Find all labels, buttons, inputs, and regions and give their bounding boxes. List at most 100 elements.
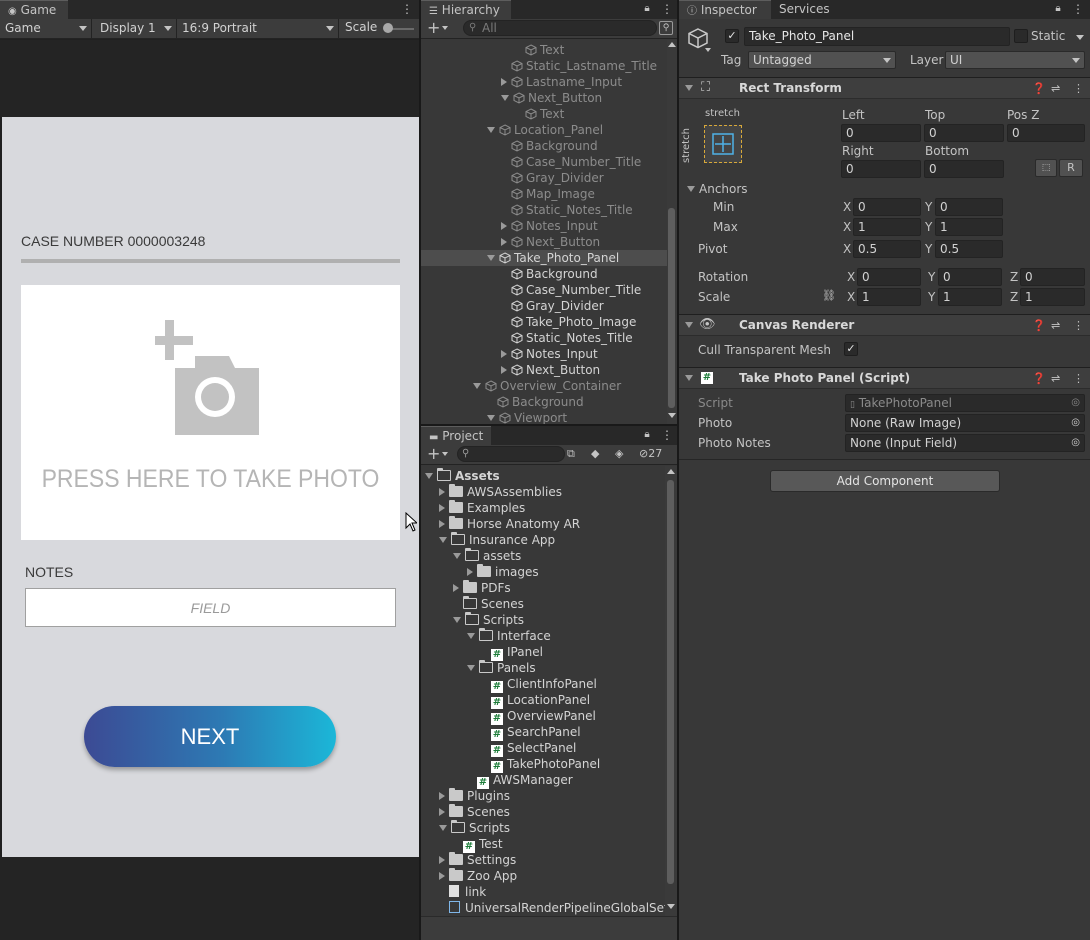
project-item[interactable]: Horse Anatomy AR [421,516,665,532]
tab-project[interactable]: ▬ Project [421,426,491,445]
right-input[interactable]: 0 [841,160,921,178]
project-menu-icon[interactable]: ⋮ [661,428,673,442]
project-item[interactable]: # TakePhotoPanel [421,756,665,773]
hierarchy-item[interactable]: Text [421,106,667,122]
expand-right-icon[interactable] [439,792,445,800]
display-dropdown[interactable]: Display 1 [95,19,177,38]
project-item[interactable]: # Test [421,836,665,853]
expand-down-icon[interactable] [425,473,433,479]
expand-down-icon[interactable] [439,537,447,543]
add-icon[interactable]: + [427,445,440,463]
hierarchy-item[interactable]: Next_Button [421,90,667,106]
project-item[interactable]: Assets [421,468,665,484]
expand-right-icon[interactable] [501,238,507,246]
project-item[interactable]: Interface [421,628,665,644]
project-item[interactable]: # SelectPanel [421,740,665,757]
project-item[interactable]: PDFs [421,580,665,596]
add-icon[interactable]: + [427,19,440,37]
hierarchy-item[interactable]: Background [421,266,667,282]
component-menu-icon[interactable]: ⋮ [1073,319,1084,332]
lock-icon[interactable]: 🔒︎ [642,2,652,16]
hierarchy-item[interactable]: Take_Photo_Panel [421,250,667,266]
hierarchy-item[interactable]: Case_Number_Title [421,282,667,298]
blueprint-mode-button[interactable]: ⬚ [1035,159,1057,177]
component-menu-icon[interactable]: ⋮ [1073,82,1084,95]
hierarchy-item[interactable]: Case_Number_Title [421,154,667,170]
project-item[interactable]: Insurance App [421,532,665,548]
expand-right-icon[interactable] [501,350,507,358]
project-item[interactable]: images [421,564,665,580]
project-scrollbar[interactable] [665,466,677,916]
label-icon[interactable]: ◈ [615,447,623,460]
hierarchy-item[interactable]: Gray_Divider [421,170,667,186]
tab-inspector[interactable]: ⓘ Inspector [679,0,771,19]
bottom-input[interactable]: 0 [924,160,1004,178]
expand-down-icon[interactable] [467,633,475,639]
rot-x-input[interactable]: 0 [857,268,921,286]
hierarchy-item[interactable]: Lastname_Input [421,74,667,90]
hierarchy-item[interactable]: Background [421,394,667,410]
min-x-input[interactable]: 0 [853,198,921,216]
project-item[interactable]: Zoo App [421,868,665,884]
hierarchy-item[interactable]: Take_Photo_Image [421,314,667,330]
top-input[interactable]: 0 [924,124,1004,142]
preset-icon[interactable]: ⇌ [1051,82,1060,95]
chevron-down-icon[interactable] [1076,35,1084,40]
help-icon[interactable]: ❓ [1032,319,1046,332]
project-item[interactable]: # SearchPanel [421,724,665,741]
hierarchy-scrollbar[interactable] [667,40,677,424]
tab-hierarchy[interactable]: ☰ Hierarchy [421,0,511,19]
expand-right-icon[interactable] [439,808,445,816]
chevron-down-icon[interactable] [442,26,448,30]
static-checkbox[interactable] [1014,29,1028,43]
project-search-input[interactable]: ⚲ [457,446,565,462]
anchor-preset-button[interactable] [704,125,742,163]
cull-transparent-checkbox[interactable]: ✓ [844,342,858,356]
expand-right-icon[interactable] [439,488,445,496]
object-picker-icon[interactable]: ◎ [1071,435,1080,451]
scale-slider-handle[interactable] [383,23,393,33]
expand-right-icon[interactable] [501,222,507,230]
scale-x-input[interactable]: 1 [857,288,921,306]
hierarchy-item[interactable]: Static_Notes_Title [421,202,667,218]
expand-down-icon[interactable] [487,255,495,261]
lock-icon[interactable]: 🔒︎ [642,428,652,442]
hierarchy-item[interactable]: Notes_Input [421,218,667,234]
project-item[interactable]: # IPanel [421,644,665,661]
pivot-x-input[interactable]: 0.5 [853,240,921,258]
hierarchy-search-input[interactable]: ⚲ All [463,20,657,36]
filter-type-icon[interactable]: ◆ [591,447,599,460]
chevron-down-icon[interactable] [705,48,711,52]
expand-right-icon[interactable] [439,872,445,880]
expand-right-icon[interactable] [501,78,507,86]
hierarchy-item[interactable]: Viewport [421,410,667,424]
project-item[interactable]: Scripts [421,820,665,836]
project-item[interactable]: # ClientInfoPanel [421,676,665,693]
canvas-renderer-header[interactable]: 👁︎ Canvas Renderer ❓ ⇌ ⋮ [679,314,1090,336]
next-button[interactable]: NEXT [84,706,336,767]
expand-right-icon[interactable] [453,584,459,592]
scroll-up-icon[interactable] [667,469,675,474]
hierarchy-item[interactable]: Gray_Divider [421,298,667,314]
tab-services[interactable]: Services [771,0,841,19]
hierarchy-item[interactable]: Next_Button [421,362,667,378]
hierarchy-item[interactable]: Next_Button [421,234,667,250]
project-item[interactable]: # OverviewPanel [421,708,665,725]
lock-icon[interactable]: 🔒︎ [1053,2,1063,16]
game-mode-dropdown[interactable]: Game [0,19,92,38]
tag-dropdown[interactable]: Untagged [748,51,896,69]
anchors-foldout[interactable]: Anchors [687,182,748,196]
expand-down-icon[interactable] [467,665,475,671]
tab-game[interactable]: ◉ Game [0,0,68,19]
photo-notes-field[interactable]: None (Input Field) ◎ [845,434,1085,452]
hierarchy-item[interactable]: Location_Panel [421,122,667,138]
expand-down-icon[interactable] [501,95,509,101]
project-item[interactable]: link [421,884,665,900]
scroll-down-icon[interactable] [668,413,676,418]
expand-down-icon[interactable] [439,825,447,831]
raw-edit-button[interactable]: R [1059,159,1083,177]
help-icon[interactable]: ❓ [1032,372,1046,385]
hierarchy-scroll-thumb[interactable] [668,208,675,408]
hierarchy-item[interactable]: Notes_Input [421,346,667,362]
project-item[interactable]: # AWSManager [421,772,665,789]
